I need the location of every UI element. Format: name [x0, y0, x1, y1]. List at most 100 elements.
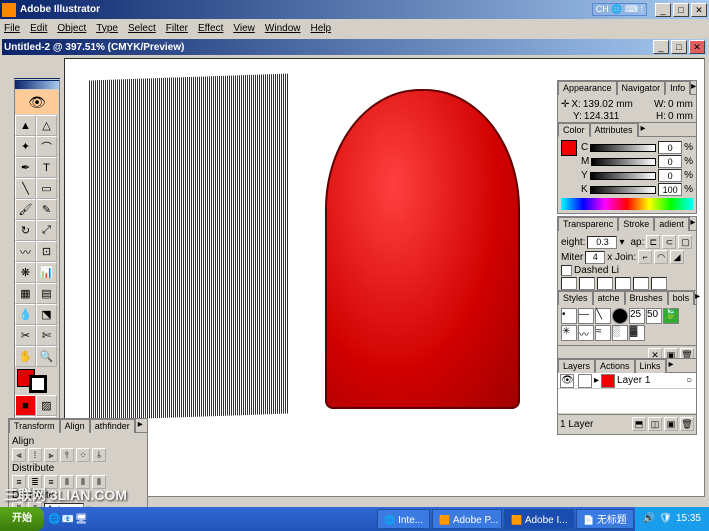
brush-swatch[interactable]: ▓ [629, 325, 645, 341]
align-top-icon[interactable]: ⫯ [60, 448, 74, 462]
m-value[interactable] [658, 155, 682, 168]
brush-swatch[interactable]: • [561, 308, 577, 324]
system-tray[interactable]: 🔊 🛡 15:35 [635, 507, 709, 531]
weight-input[interactable] [587, 236, 617, 249]
stepper-icon[interactable]: ▾ [619, 237, 624, 248]
dash2[interactable] [597, 277, 613, 290]
doc-maximize-button[interactable]: □ [671, 40, 687, 54]
make-clipping-icon[interactable]: ⬒ [632, 417, 646, 431]
line-tool[interactable]: ╲ [15, 178, 36, 199]
cap-butt-icon[interactable]: ⊏ [646, 235, 660, 249]
align-left-icon[interactable]: ⫷ [12, 448, 26, 462]
tab-info[interactable]: Info [665, 81, 690, 95]
graph-tool[interactable]: 📊 [36, 262, 57, 283]
m-slider[interactable] [591, 158, 656, 166]
pen-tool[interactable]: ✒ [15, 157, 36, 178]
tab-layers[interactable]: Layers [558, 359, 595, 373]
stroke-swatch[interactable] [29, 375, 47, 393]
doc-minimize-button[interactable]: _ [653, 40, 669, 54]
free-transform-tool[interactable]: ⊡ [36, 241, 57, 262]
task-item[interactable]: 📄 无标题 [576, 509, 634, 529]
dashed-checkbox[interactable] [561, 265, 572, 276]
gap1[interactable] [579, 277, 595, 290]
gap3[interactable] [651, 277, 667, 290]
panel-menu-icon[interactable]: ▸ [666, 359, 676, 372]
tab-symbols[interactable]: bols [668, 291, 695, 305]
menu-help[interactable]: Help [310, 23, 331, 34]
zoom-tool[interactable]: 🔍 [36, 346, 57, 367]
dash3[interactable] [633, 277, 649, 290]
join-bevel-icon[interactable]: ◢ [670, 250, 684, 264]
brush-swatch[interactable]: ╲ [595, 308, 611, 324]
paintbrush-tool[interactable]: 🖌 [15, 199, 36, 220]
menu-type[interactable]: Type [96, 23, 118, 34]
brush-swatch[interactable]: ✳ [561, 325, 577, 341]
expand-icon[interactable]: ▸ [594, 375, 599, 386]
mesh-tool[interactable]: ▦ [15, 283, 36, 304]
menu-edit[interactable]: Edit [30, 23, 47, 34]
join-round-icon[interactable]: ◠ [654, 250, 668, 264]
pencil-tool[interactable]: ✎ [36, 199, 57, 220]
menu-object[interactable]: Object [57, 23, 86, 34]
target-icon[interactable]: ○ [686, 375, 692, 386]
doc-close-button[interactable]: ✕ [689, 40, 705, 54]
align-bottom-icon[interactable]: ⫰ [92, 448, 106, 462]
brush-swatch[interactable] [612, 308, 628, 324]
panel-menu-icon[interactable]: ▸ [694, 291, 700, 304]
lock-icon[interactable] [578, 374, 592, 388]
lasso-tool[interactable]: ⌒ [36, 136, 57, 157]
artwork-red-arch[interactable] [325, 89, 520, 409]
join-miter-icon[interactable]: ⌐ [638, 250, 652, 264]
tab-color[interactable]: Color [558, 123, 590, 137]
tab-swatches[interactable]: atche [593, 291, 625, 305]
menu-view[interactable]: View [233, 23, 255, 34]
tab-attributes[interactable]: Attributes [590, 123, 638, 137]
brush-swatch[interactable]: 25 [629, 308, 645, 324]
symbol-sprayer-tool[interactable]: ❋ [15, 262, 36, 283]
scissors-tool[interactable]: ✄ [36, 325, 57, 346]
c-value[interactable] [658, 141, 682, 154]
language-indicator[interactable]: CH 🌐 ⌨ ⁞ [592, 3, 647, 16]
brush-swatch[interactable]: 🍃 [663, 308, 679, 324]
quicklaunch-icon[interactable]: 🖥 [75, 514, 88, 525]
tab-transparency[interactable]: Transparenc [558, 217, 618, 231]
color-spectrum[interactable] [561, 198, 693, 210]
brush-swatch[interactable]: 〰 [578, 325, 594, 341]
k-value[interactable] [658, 183, 682, 196]
panel-menu-icon[interactable]: ▸ [135, 419, 145, 432]
toolbox-drag-handle[interactable] [15, 81, 59, 89]
menu-filter[interactable]: Filter [166, 23, 188, 34]
brush-swatch[interactable]: 50 [646, 308, 662, 324]
task-item[interactable]: 🌐 Inte... [377, 509, 430, 529]
menu-select[interactable]: Select [128, 23, 156, 34]
tray-icon[interactable]: 🛡 [659, 507, 672, 531]
close-button[interactable]: ✕ [691, 3, 707, 17]
magic-wand-tool[interactable]: ✦ [15, 136, 36, 157]
color-mode[interactable]: ■ [15, 395, 36, 416]
align-hcenter-icon[interactable]: ⁞ [28, 448, 42, 462]
maximize-button[interactable]: □ [673, 3, 689, 17]
menu-effect[interactable]: Effect [198, 23, 223, 34]
gradient-mode[interactable]: ▨ [36, 395, 57, 416]
gradient-tool[interactable]: ▤ [36, 283, 57, 304]
color-swatches[interactable] [15, 367, 59, 395]
cap-square-icon[interactable]: ▢ [678, 235, 692, 249]
layer-name[interactable]: Layer 1 [617, 375, 650, 386]
direct-selection-tool[interactable]: △ [36, 115, 57, 136]
new-sublayer-icon[interactable]: ◫ [648, 417, 662, 431]
slice-tool[interactable]: ✂ [15, 325, 36, 346]
menu-file[interactable]: File [4, 23, 20, 34]
tab-align[interactable]: Align [60, 419, 90, 433]
hand-tool[interactable]: ✋ [15, 346, 36, 367]
tab-actions[interactable]: Actions [595, 359, 635, 373]
artwork-hatched-rect[interactable] [89, 74, 289, 421]
rotate-tool[interactable]: ↻ [15, 220, 36, 241]
blend-tool[interactable]: ⬔ [36, 304, 57, 325]
minimize-button[interactable]: _ [655, 3, 671, 17]
panel-menu-icon[interactable]: ▸ [690, 81, 696, 94]
tab-transform[interactable]: Transform [9, 419, 60, 433]
visibility-icon[interactable]: 👁 [560, 374, 574, 388]
task-item[interactable]: 🟧 Adobe I... [504, 509, 574, 529]
tab-stroke[interactable]: Stroke [618, 217, 654, 231]
tab-appearance[interactable]: Appearance [558, 81, 617, 95]
